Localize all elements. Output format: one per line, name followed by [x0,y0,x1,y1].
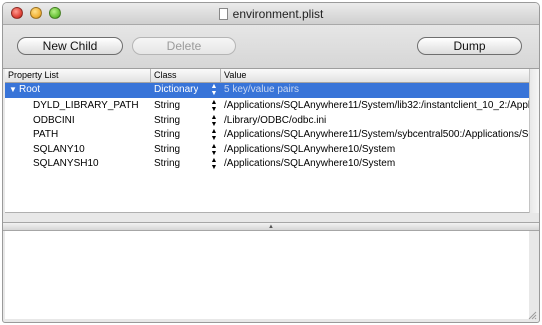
value-cell[interactable]: 5 key/value pairs [224,84,299,95]
disclosure-triangle-icon[interactable]: ▼ [9,85,17,94]
table-row[interactable]: PATH String ▲ ▼ /Applications/SQLAnywhere… [5,128,529,143]
class-popup-arrows-icon[interactable]: ▲ ▼ [210,99,218,114]
dump-button[interactable]: Dump [417,37,522,55]
class-cell[interactable]: String [154,144,180,155]
key-cell[interactable]: SQLANY10 [33,144,85,155]
class-cell[interactable]: String [154,158,180,169]
title-bar[interactable]: environment.plist [3,3,539,25]
value-cell[interactable]: /Applications/SQLAnywhere11/System/lib32… [224,100,529,111]
value-cell[interactable]: /Applications/SQLAnywhere10/System [224,144,529,155]
class-cell[interactable]: Dictionary [154,84,198,95]
table-row[interactable]: SQLANYSH10 String ▲ ▼ /Applications/SQLAn… [5,157,529,172]
column-header-property-list[interactable]: Property List [8,70,59,83]
class-popup-arrows-icon[interactable]: ▲ ▼ [210,128,218,143]
table-row[interactable]: ODBCINI String ▲ ▼ /Library/ODBC/odbc.ini [5,114,529,129]
column-header-row: Property List Class Value [5,69,529,83]
column-divider[interactable] [220,69,221,82]
key-cell[interactable]: PATH [33,129,58,140]
document-icon [218,8,228,20]
dump-output-area[interactable] [5,231,529,319]
class-popup-arrows-icon[interactable]: ▲ ▼ [210,143,218,158]
toolbar: New Child Delete Dump [3,25,539,69]
splitter-handle-icon[interactable]: ▲ [268,224,274,230]
value-cell[interactable]: /Applications/SQLAnywhere11/System/sybce… [224,129,529,140]
class-cell[interactable]: String [154,115,180,126]
key-cell[interactable]: DYLD_LIBRARY_PATH [33,100,139,111]
column-divider[interactable] [150,69,151,82]
key-cell[interactable]: ODBCINI [33,115,75,126]
class-popup-arrows-icon[interactable]: ▲ ▼ [210,114,218,129]
column-header-value[interactable]: Value [224,70,246,83]
table-row-root[interactable]: ▼ Root Dictionary ▲ ▼ 5 key/value pairs [5,83,529,98]
property-list-outline[interactable]: Property List Class Value ▼ Root Diction… [5,69,529,213]
class-popup-arrows-icon[interactable]: ▲ ▼ [210,157,218,172]
window-title: environment.plist [3,7,539,21]
window-title-text: environment.plist [232,7,324,21]
vertical-scrollbar[interactable] [529,69,539,213]
resize-grip-icon[interactable] [527,310,537,320]
delete-button[interactable]: Delete [132,37,236,55]
new-child-button[interactable]: New Child [17,37,123,55]
class-popup-arrows-icon[interactable]: ▲ ▼ [210,83,218,98]
table-row[interactable]: SQLANY10 String ▲ ▼ /Applications/SQLAnyw… [5,143,529,158]
value-cell[interactable]: /Library/ODBC/odbc.ini [224,115,529,126]
class-cell[interactable]: String [154,100,180,111]
plist-editor-window: environment.plist New Child Delete Dump … [2,2,540,323]
split-view-divider[interactable]: ▲ [3,222,539,231]
class-cell[interactable]: String [154,129,180,140]
key-cell[interactable]: SQLANYSH10 [33,158,99,169]
column-header-class[interactable]: Class [154,70,177,83]
key-cell[interactable]: Root [19,84,40,95]
table-row[interactable]: DYLD_LIBRARY_PATH String ▲ ▼ /Application… [5,99,529,114]
value-cell[interactable]: /Applications/SQLAnywhere10/System [224,158,529,169]
